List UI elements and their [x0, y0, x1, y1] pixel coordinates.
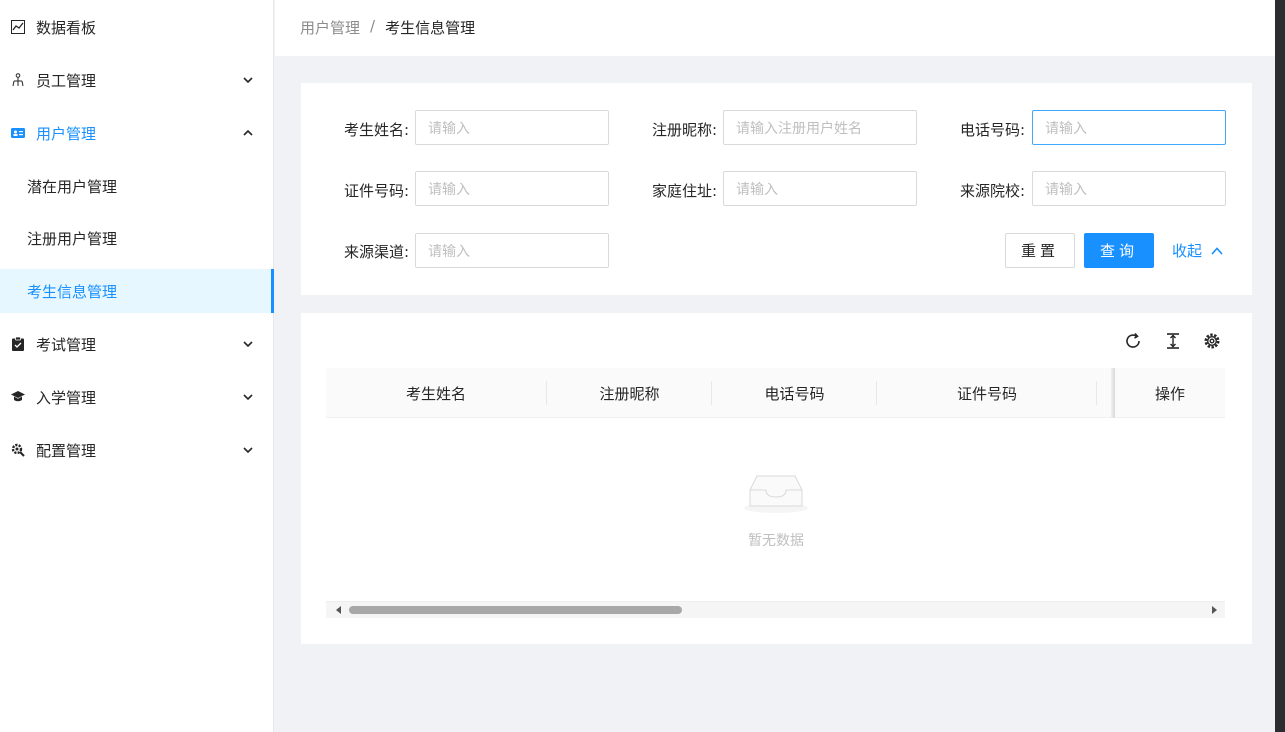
- sidebar-item-potential-users[interactable]: 潜在用户管理: [0, 164, 274, 208]
- field-label-name: 考生姓名:: [343, 121, 409, 139]
- menu-item-exams[interactable]: 考试管理: [0, 322, 274, 366]
- chevron-up-icon: [1211, 246, 1223, 255]
- chart-line-icon: [10, 19, 26, 35]
- settings-gear-icon: [10, 442, 26, 458]
- scroll-thumb[interactable]: [349, 606, 682, 614]
- scroll-left-icon[interactable]: [334, 605, 344, 615]
- empty-text: 暂无数据: [748, 533, 804, 549]
- field-label-address: 家庭住址:: [651, 182, 717, 200]
- channel-input[interactable]: 请输入: [415, 233, 609, 268]
- breadcrumb-parent[interactable]: 用户管理: [300, 17, 360, 38]
- id-card-icon: [10, 125, 26, 141]
- chevron-down-icon: [240, 389, 256, 405]
- menu-label: 配置管理: [36, 441, 97, 460]
- school-input[interactable]: 请输入: [1032, 171, 1226, 206]
- menu-label: 入学管理: [36, 388, 97, 407]
- graduation-cap-icon: [10, 389, 26, 405]
- sub-item-label: 潜在用户管理: [27, 177, 118, 196]
- menu-label: 考试管理: [36, 335, 97, 354]
- input-placeholder: 请输入: [1045, 120, 1087, 137]
- breadcrumb: 用户管理 / 考生信息管理: [300, 17, 475, 38]
- search-panel: 考生姓名: 请输入 注册昵称: 请输入注册用户姓名 电话号码: 请输入 证件号码…: [301, 83, 1252, 295]
- menu-item-users[interactable]: 用户管理: [0, 111, 274, 155]
- scroll-right-icon[interactable]: [1209, 605, 1219, 615]
- clipboard-icon: [10, 336, 26, 352]
- input-placeholder: 请输入: [736, 181, 778, 198]
- menu-item-dashboard[interactable]: 数据看板: [0, 5, 274, 49]
- column-header[interactable]: 电话号码: [712, 368, 877, 418]
- sub-item-label: 考生信息管理: [27, 282, 118, 301]
- sidebar: 数据看板 员工管理 用户管理 潜在用户管理 注册用户管理 考生信息管理 考试管理: [0, 0, 274, 732]
- field-label-phone: 电话号码:: [959, 121, 1025, 139]
- field-label-nickname: 注册昵称:: [651, 121, 717, 139]
- settings-icon[interactable]: [1202, 331, 1222, 351]
- column-divider: [1096, 381, 1097, 405]
- collapse-label: 收起: [1172, 242, 1203, 260]
- chevron-up-icon: [240, 125, 256, 141]
- table-header: 考生姓名 注册昵称 电话号码 证件号码 操作: [326, 368, 1225, 418]
- column-header: 操作: [1154, 384, 1185, 403]
- column-header[interactable]: 考生姓名: [326, 368, 546, 418]
- phone-input[interactable]: 请输入: [1032, 110, 1226, 145]
- chevron-down-icon: [240, 336, 256, 352]
- menu-label: 用户管理: [36, 124, 97, 143]
- menu-item-config[interactable]: 配置管理: [0, 428, 274, 472]
- column-height-icon[interactable]: [1163, 331, 1183, 351]
- window-edge: [1275, 0, 1285, 732]
- menu-item-enrollment[interactable]: 入学管理: [0, 375, 274, 419]
- chevron-down-icon: [240, 72, 256, 88]
- address-input[interactable]: 请输入: [723, 171, 917, 206]
- input-placeholder: 请输入: [428, 181, 470, 198]
- table-panel: 考生姓名 注册昵称 电话号码 证件号码 操作 暂无数据: [301, 313, 1252, 644]
- id-number-input[interactable]: 请输入: [415, 171, 609, 206]
- breadcrumb-separator: /: [370, 17, 376, 35]
- chevron-down-icon: [240, 442, 256, 458]
- sidebar-item-registered-users[interactable]: 注册用户管理: [0, 216, 274, 260]
- input-placeholder: 请输入: [428, 243, 470, 260]
- column-header[interactable]: 证件号码: [877, 368, 1097, 418]
- menu-item-staff[interactable]: 员工管理: [0, 58, 274, 102]
- column-header[interactable]: 注册昵称: [547, 368, 712, 418]
- input-placeholder: 请输入: [428, 120, 470, 137]
- sidebar-item-candidate-info[interactable]: 考生信息管理: [0, 269, 274, 313]
- collapse-toggle[interactable]: 收起: [1172, 233, 1224, 268]
- header: 用户管理 / 考生信息管理: [275, 0, 1275, 56]
- input-placeholder: 请输入注册用户姓名: [736, 120, 862, 137]
- sub-item-label: 注册用户管理: [27, 229, 118, 248]
- empty-inbox-icon: [744, 475, 808, 513]
- field-label-channel: 来源渠道:: [343, 243, 409, 261]
- field-label-school: 来源院校:: [959, 182, 1025, 200]
- menu-label: 员工管理: [36, 71, 97, 90]
- org-chart-icon: [10, 72, 26, 88]
- candidate-name-input[interactable]: 请输入: [415, 110, 609, 145]
- input-placeholder: 请输入: [1045, 181, 1087, 198]
- reset-button[interactable]: 重置: [1005, 233, 1075, 268]
- breadcrumb-current: 考生信息管理: [385, 19, 476, 37]
- horizontal-scrollbar[interactable]: [326, 601, 1225, 618]
- refresh-icon[interactable]: [1123, 331, 1143, 351]
- query-button[interactable]: 查询: [1084, 233, 1154, 268]
- nickname-input[interactable]: 请输入注册用户姓名: [723, 110, 917, 145]
- menu-label: 数据看板: [36, 18, 97, 37]
- field-label-id-number: 证件号码:: [343, 182, 409, 200]
